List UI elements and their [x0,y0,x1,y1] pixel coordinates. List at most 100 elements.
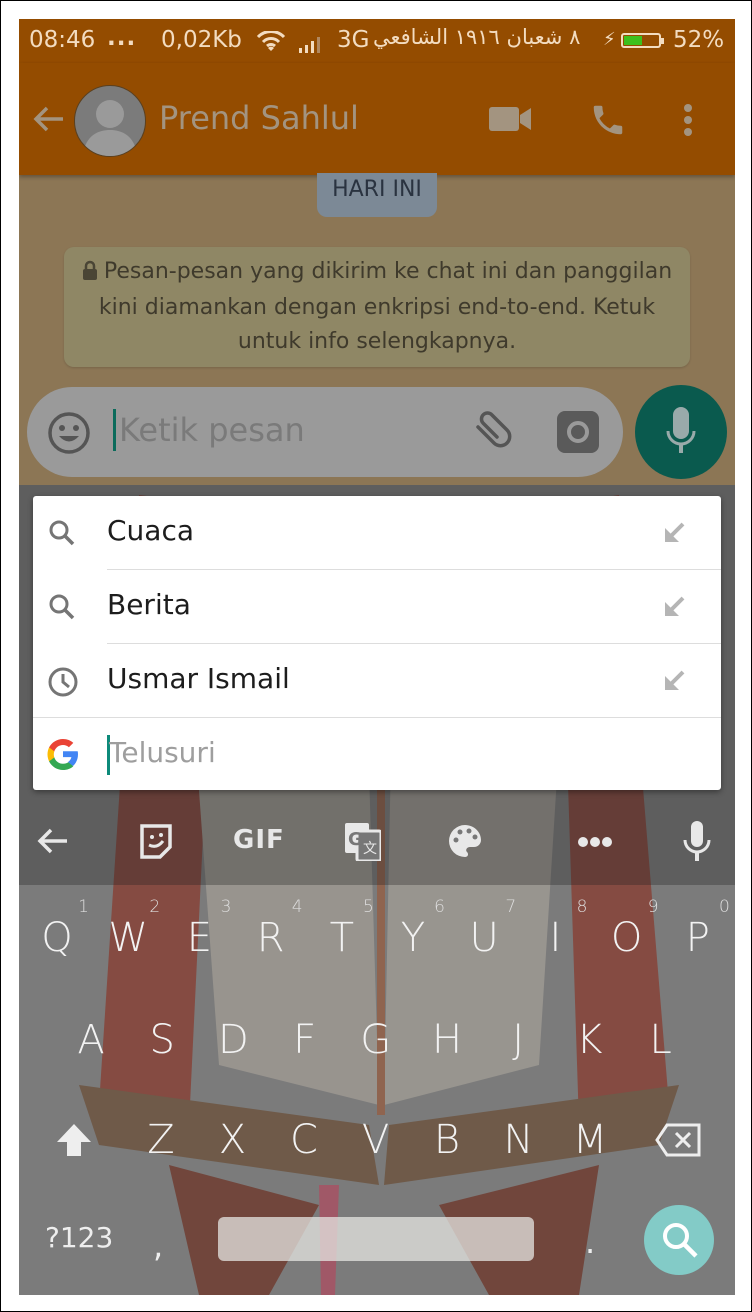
keyboard-toolbar: GIF G文 [19,797,735,887]
key-s[interactable]: S [132,1017,192,1063]
key-i[interactable]: I8 [525,897,587,961]
camera-icon[interactable] [557,411,599,457]
key-r[interactable]: R4 [241,897,303,961]
fill-query-arrow-icon[interactable] [663,596,685,622]
fill-query-arrow-icon[interactable] [663,522,685,548]
lock-icon [82,257,98,291]
keyboard-back-arrow-icon[interactable] [35,823,71,863]
period-key[interactable]: . [585,1223,595,1261]
voice-record-button[interactable] [635,385,727,479]
key-m[interactable]: M [560,1117,620,1163]
backspace-icon [655,1123,701,1157]
key-y[interactable]: Y6 [383,897,445,961]
key-label: R [256,915,285,961]
phone-icon[interactable] [589,101,627,143]
shift-key[interactable] [55,1122,93,1162]
message-composer: Ketik pesan [27,387,623,477]
status-time: 08:46 [29,27,96,53]
key-label: X [218,1117,247,1163]
battery-fill [624,36,642,45]
battery-percent: 52% [673,27,725,53]
google-search-field[interactable]: Telusuri [33,717,721,791]
key-k[interactable]: K [559,1017,619,1063]
key-label: L [649,1017,672,1063]
encryption-notice[interactable]: Pesan-pesan yang dikirim ke chat ini dan… [64,247,690,367]
suggestion-label: Cuaca [107,514,195,547]
back-arrow-icon[interactable] [31,101,67,141]
search-enter-key[interactable] [644,1205,714,1275]
key-a[interactable]: A [61,1017,121,1063]
key-label: I [549,915,562,961]
message-input[interactable]: Ketik pesan [119,411,305,449]
suggestion-item[interactable]: Usmar Ismail [33,644,721,718]
key-hint: 0 [718,897,730,917]
key-f[interactable]: F [275,1017,335,1063]
key-label: Q [41,915,73,961]
video-call-icon[interactable] [489,105,533,137]
key-e[interactable]: E3 [169,897,232,961]
key-label: Z [147,1117,175,1163]
date-chip: HARI INI [317,173,437,217]
suggestion-item[interactable]: Cuaca [33,496,721,570]
key-label: F [293,1017,317,1063]
svg-text:文: 文 [363,841,377,857]
key-hint: 9 [647,897,659,917]
key-label: V [361,1117,390,1163]
translate-icon[interactable]: G文 [345,823,383,865]
key-label: M [572,1117,608,1163]
key-n[interactable]: N [489,1117,549,1163]
network-type: 3G [337,27,370,53]
encryption-notice-text: Pesan-pesan yang dikirim ke chat ini dan… [98,259,673,354]
symbols-key[interactable]: ?123 [45,1221,113,1254]
key-label: G [360,1017,392,1063]
key-z[interactable]: Z [131,1117,191,1163]
search-icon [663,1223,698,1258]
key-hint: 2 [149,897,161,917]
attach-icon[interactable] [467,409,513,459]
search-input[interactable]: Telusuri [109,736,216,769]
emoji-icon[interactable] [47,411,91,459]
keyboard-mic-icon[interactable] [683,821,711,865]
sticker-icon[interactable] [139,823,173,863]
key-l[interactable]: L [631,1017,691,1063]
more-icon[interactable] [577,833,613,852]
avatar[interactable] [74,85,146,157]
comma-key[interactable]: , [153,1227,163,1265]
key-v[interactable]: V [346,1117,406,1163]
key-t[interactable]: T5 [312,897,374,961]
key-h[interactable]: H [417,1017,477,1063]
key-g[interactable]: G [346,1017,406,1063]
screenshot-frame: 08:46 ... 0,02Kb 3G ٨ شعبان ١٩١٦ الشافعي… [0,0,752,1312]
fill-query-arrow-icon[interactable] [663,670,685,696]
key-c[interactable]: C [274,1117,334,1163]
key-j[interactable]: J [488,1017,548,1063]
key-p[interactable]: P0 [668,897,730,961]
gif-button[interactable]: GIF [233,825,285,855]
google-logo-icon [45,736,81,776]
key-b[interactable]: B [417,1117,477,1163]
key-hint: 6 [434,897,445,917]
svg-text:G: G [348,829,363,850]
suggestion-item[interactable]: Berita [33,570,721,644]
key-q[interactable]: Q1 [27,897,89,961]
key-label: N [503,1117,534,1163]
contact-name[interactable]: Prend Sahlul [159,99,359,137]
search-icon [47,518,77,552]
more-vert-icon[interactable] [682,103,694,141]
key-d[interactable]: D [203,1017,263,1063]
history-icon [47,666,79,702]
key-x[interactable]: X [203,1117,263,1163]
key-hint: 4 [291,897,303,917]
key-w[interactable]: W2 [98,897,160,961]
phone-screen: 08:46 ... 0,02Kb 3G ٨ شعبان ١٩١٦ الشافعي… [19,19,735,1295]
space-bar[interactable] [218,1217,534,1261]
backspace-key[interactable] [655,1123,701,1161]
notification-dots: ... [107,25,137,51]
key-o[interactable]: O9 [597,897,659,961]
net-speed: 0,02Kb [161,27,242,53]
search-suggestions-panel: Cuaca Berita Usmar Ismail Telusuri [33,496,721,790]
key-label: H [431,1017,463,1063]
palette-icon[interactable] [447,823,483,863]
key-u[interactable]: U7 [454,897,517,961]
key-label: D [217,1017,249,1063]
